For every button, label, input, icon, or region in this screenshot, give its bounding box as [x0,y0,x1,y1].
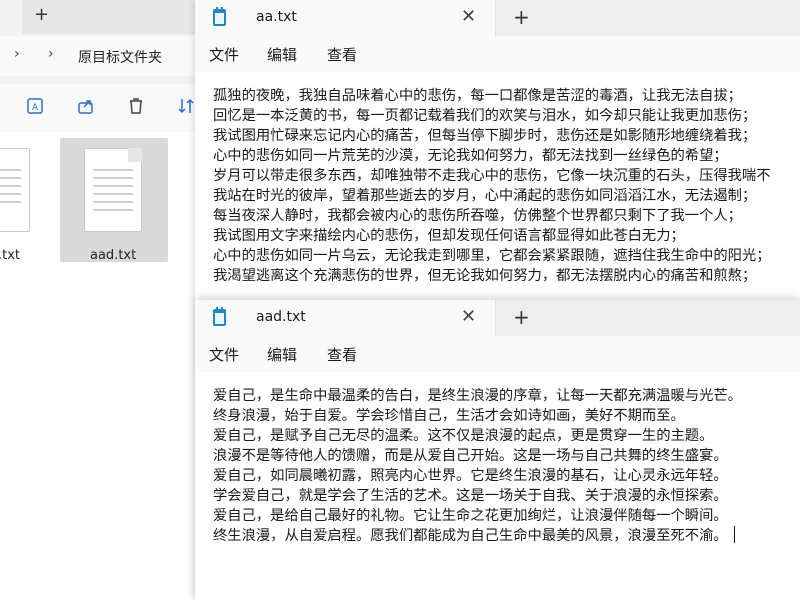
breadcrumb-folder[interactable]: 原目标文件夹 [78,47,162,67]
explorer-file-list: a.txt aad.txt [0,132,205,600]
new-tab-button[interactable]: + [513,5,530,29]
text-file-icon [0,148,30,232]
text-line: 心中的悲伤如同一片荒芜的沙漠，无论我如何努力，都无法找到一丝绿色的希望； [213,148,728,164]
tab-title: aad.txt [256,309,306,325]
file-name: aad.txt [90,248,137,263]
chevron-right-icon[interactable]: › [14,46,20,62]
text-line: 每当夜深人静时，我都会被内心的悲伤所吞噬，仿佛整个世界都只剩下了我一个人； [213,208,742,224]
menu-edit[interactable]: 编辑 [267,44,297,65]
file-explorer-window: + › › 原目标文件夹 A a.txt [0,0,205,600]
explorer-tab-bar: + [0,0,205,34]
notepad-menu-bar: 文件 编辑 查看 [195,336,800,372]
chevron-right-icon[interactable]: › [48,46,54,62]
text-line: 爱自己，是赋予自己无尽的温柔。这不仅是浪漫的起点，更是贯穿一生的主题。 [213,428,714,444]
notepad-tab-aad[interactable]: aad.txt ✕ [195,300,496,336]
text-line: 我试图用文字来描绘内心的悲伤，但却发现任何语言都显得如此苍白无力； [213,228,685,244]
menu-file[interactable]: 文件 [209,344,239,365]
explorer-tab[interactable] [0,0,22,34]
share-icon[interactable] [74,94,98,118]
text-line: 爱自己，是生命中最温柔的告白，是终生浪漫的序章，让每一天都充满温暖与光芒。 [213,388,742,404]
delete-icon[interactable] [124,94,148,118]
text-line: 孤独的夜晚，我独自品味着心中的悲伤，每一口都像是苦涩的毒酒，让我无法自拔； [213,88,742,104]
text-line: 我试图用忙碌来忘记内心的痛苦，但每当停下脚步时，悲伤还是如影随形地缠绕着我； [213,128,757,144]
svg-text:A: A [32,103,39,113]
notepad-menu-bar: 文件 编辑 查看 [195,36,800,72]
text-caret [733,526,735,543]
text-line: 浪漫不是等待他人的馈赠，而是从爱自己开始。这是一场与自己共舞的终生盛宴。 [213,448,728,464]
text-line: 学会爱自己，就是学会了生活的艺术。这是一场关于自我、关于浪漫的永恒探索。 [213,488,728,504]
rename-icon[interactable]: A [24,94,48,118]
file-item[interactable]: a.txt [0,138,50,266]
text-line: 我渴望逃离这个充满悲伤的世界，但无论我如何努力，都无法摆脱内心的痛苦和煎熬； [213,268,757,284]
text-line: 心中的悲伤如同一片乌云，无论我走到哪里，它都会紧紧跟随，遮挡住我生命中的阳光； [213,248,771,264]
text-line: 回忆是一本泛黄的书，每一页都记载着我们的欢笑与泪水，如今却只能让我更加悲伤； [213,108,757,124]
notepad-window-aad: aad.txt ✕ + 文件 编辑 查看 爱自己，是生命中最温柔的告白，是终生浪… [195,300,800,600]
close-tab-icon[interactable]: ✕ [461,306,476,327]
tab-title: aa.txt [256,9,297,25]
notepad-tab-bar: aa.txt ✕ + [195,0,800,36]
explorer-address-bar: › › 原目标文件夹 [0,36,205,76]
file-item-selected[interactable]: aad.txt [60,138,168,263]
notepad-app-icon [213,307,226,326]
text-editor[interactable]: 爱自己，是生命中最温柔的告白，是终生浪漫的序章，让每一天都充满温暖与光芒。 终身… [213,386,800,546]
menu-view[interactable]: 查看 [327,44,357,65]
close-tab-icon[interactable]: ✕ [461,6,476,27]
text-line: 终身浪漫，始于自爱。学会珍惜自己，生活才会如诗如画，美好不期而至。 [213,408,685,424]
notepad-app-icon [213,7,226,26]
text-line-last: 终生浪漫，从自爱启程。愿我们都能成为自己生命中最美的风景，浪漫至死不渝。 [213,526,800,546]
explorer-toolbar: A [0,84,205,132]
text-line: 爱自己，是给自己最好的礼物。它让生命之花更加绚烂，让浪漫伴随每一个瞬间。 [213,508,728,524]
text-file-icon [84,148,142,232]
notepad-tab-bar: aad.txt ✕ + [195,300,800,336]
text-line: 终生浪漫，从自爱启程。愿我们都能成为自己生命中最美的风景，浪漫至死不渝。 [213,528,728,544]
menu-file[interactable]: 文件 [209,44,239,65]
text-line: 爱自己，如同晨曦初露，照亮内心世界。它是终生浪漫的基石，让心灵永远年轻。 [213,468,728,484]
file-name: a.txt [0,248,20,263]
text-line: 岁月可以带走很多东西，却唯独带不走我心中的悲伤，它像一块沉重的石头，压得我喘不 [213,168,771,184]
notepad-tab-aa[interactable]: aa.txt ✕ [195,0,496,36]
new-tab-button[interactable]: + [513,305,530,329]
menu-edit[interactable]: 编辑 [267,344,297,365]
menu-view[interactable]: 查看 [327,344,357,365]
text-line: 我站在时光的彼岸，望着那些逝去的岁月，心中涌起的悲伤如同滔滔江水，无法遏制； [213,188,757,204]
text-editor[interactable]: 孤独的夜晚，我独自品味着心中的悲伤，每一口都像是苦涩的毒酒，让我无法自拔； 回忆… [213,86,800,286]
explorer-new-tab-button[interactable]: + [34,4,49,25]
